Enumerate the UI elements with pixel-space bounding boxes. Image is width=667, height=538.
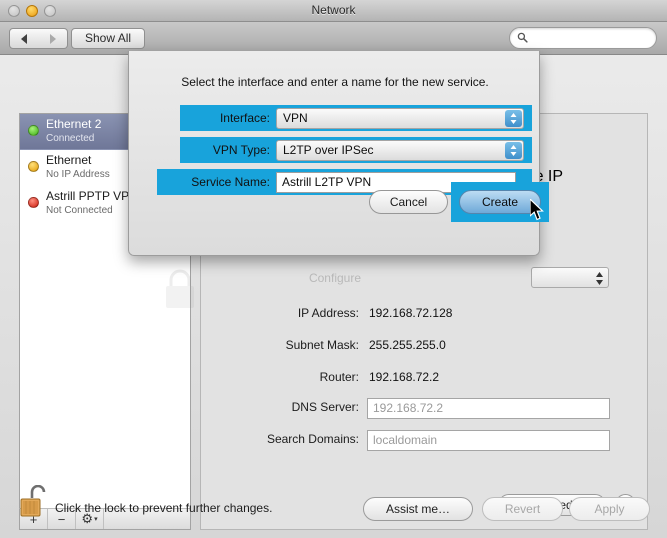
- dns-server-label: DNS Server:: [291, 400, 359, 414]
- chevron-updown-icon: [596, 272, 603, 285]
- cancel-button[interactable]: Cancel: [369, 190, 448, 214]
- create-button[interactable]: Create: [459, 190, 541, 214]
- dns-server-input[interactable]: 192.168.72.2: [367, 398, 610, 419]
- mouse-cursor-icon: [530, 199, 544, 221]
- interface-label: Interface:: [219, 111, 270, 125]
- revert-button: Revert: [482, 497, 563, 521]
- router-value: 192.168.72.2: [369, 370, 440, 384]
- chevron-updown-icon: [505, 110, 522, 127]
- status-dot-red-icon: [28, 197, 39, 208]
- vpn-type-popup-button[interactable]: L2TP over IPSec: [276, 140, 524, 161]
- status-dot-yellow-icon: [28, 161, 39, 172]
- unlocked-padlock-icon[interactable]: [19, 485, 47, 519]
- ip-address-value: 192.168.72.128: [369, 306, 453, 320]
- forward-button[interactable]: [38, 28, 68, 49]
- sheet-message: Select the interface and enter a name fo…: [181, 75, 489, 89]
- configure-popup-button[interactable]: [531, 267, 609, 288]
- forward-arrow-icon: [49, 33, 56, 44]
- vpn-type-value: L2TP over IPSec: [283, 143, 374, 157]
- field-row-ip-address: IP Address: 192.168.72.128: [201, 304, 649, 326]
- field-row-search-domains: Search Domains: localdomain: [201, 430, 649, 452]
- subnet-mask-label: Subnet Mask:: [285, 338, 359, 352]
- lock-hint-text: Click the lock to prevent further change…: [55, 501, 273, 515]
- vpn-type-label: VPN Type:: [212, 143, 270, 157]
- stepper-arrows: [510, 113, 517, 124]
- search-domains-label: Search Domains:: [266, 432, 359, 446]
- search-input[interactable]: [533, 29, 651, 47]
- search-domains-input[interactable]: localdomain: [367, 430, 610, 451]
- apply-button: Apply: [569, 497, 650, 521]
- router-label: Router:: [319, 370, 359, 384]
- interface-popup-button[interactable]: VPN: [276, 108, 524, 129]
- ghost-lock-icon: [166, 269, 194, 308]
- search-icon: [517, 32, 528, 43]
- field-row-dns-server: DNS Server: 192.168.72.2: [201, 398, 649, 420]
- network-preferences-window: Network Show All Ethernet 2 Connected Et…: [0, 0, 667, 538]
- back-button[interactable]: [9, 28, 39, 49]
- field-row-subnet-mask: Subnet Mask: 255.255.255.0: [201, 336, 649, 358]
- preferences-bottom-bar: Click the lock to prevent further change…: [0, 480, 667, 538]
- chevron-updown-icon: [505, 142, 522, 159]
- new-service-sheet: Select the interface and enter a name fo…: [128, 51, 549, 256]
- search-field[interactable]: [509, 27, 657, 49]
- window-title: Network: [311, 3, 356, 17]
- ip-address-label: IP Address:: [297, 306, 359, 320]
- assist-me-button[interactable]: Assist me…: [363, 497, 473, 521]
- interface-value: VPN: [283, 111, 308, 125]
- field-row-router: Router: 192.168.72.2: [201, 368, 649, 390]
- subnet-mask-value: 255.255.255.0: [369, 338, 446, 352]
- show-all-button[interactable]: Show All: [71, 28, 146, 49]
- service-name-label: Service Name:: [191, 175, 270, 189]
- stepper-arrows: [510, 145, 517, 156]
- back-arrow-icon: [21, 33, 27, 44]
- configure-label: Configure: [308, 271, 361, 285]
- status-dot-green-icon: [28, 125, 39, 136]
- window-titlebar: Network: [0, 0, 667, 22]
